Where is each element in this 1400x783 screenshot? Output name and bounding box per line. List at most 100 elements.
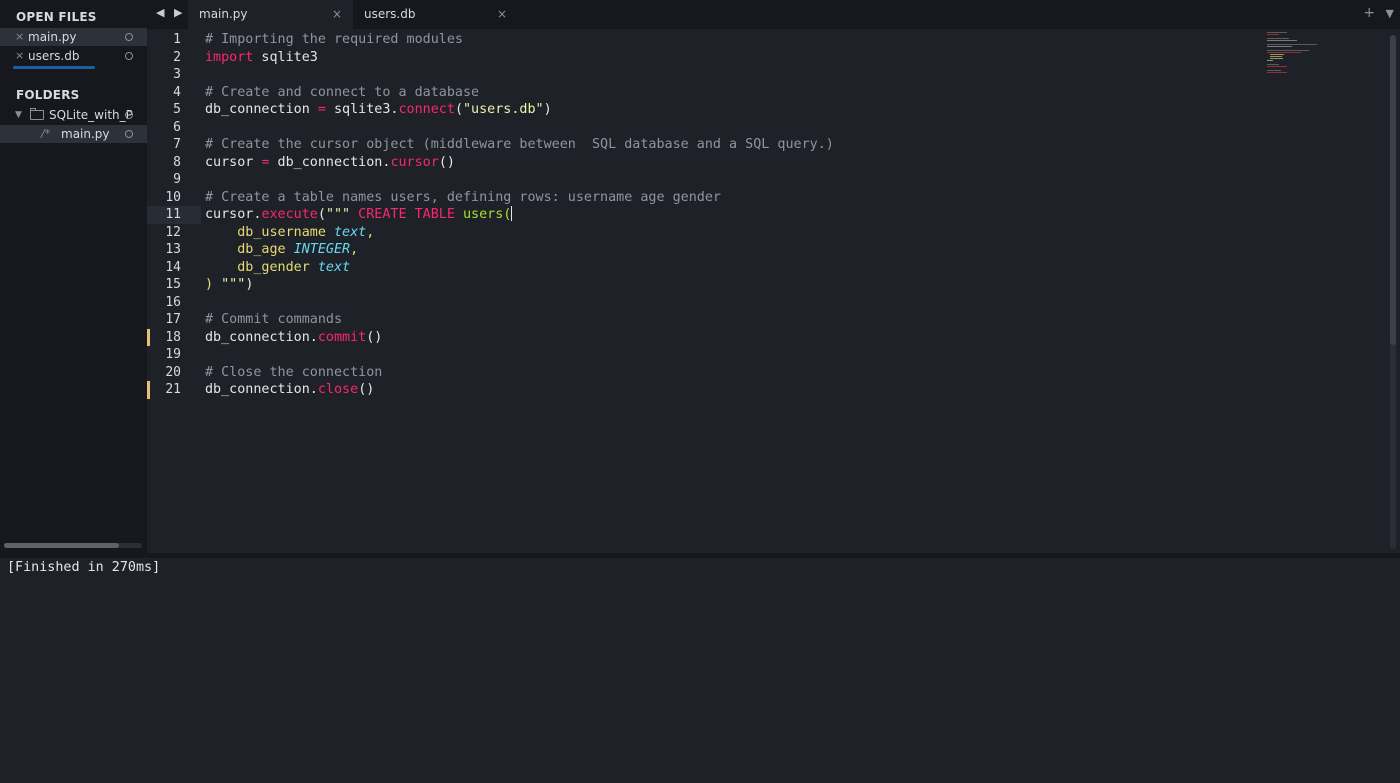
open-file-label: main.py (28, 30, 77, 44)
code-token: """ (213, 277, 246, 292)
code-token: db_age (205, 242, 294, 257)
tab-users-db[interactable]: users.db × (353, 0, 518, 29)
highlight-underline (13, 66, 95, 69)
modified-line-marker (147, 381, 150, 399)
gutter-line: 8 (147, 154, 201, 172)
tab-tools: + ▼ (1357, 5, 1394, 21)
sidebar: OPEN FILES × main.py × users.db FOLDERS … (0, 0, 147, 553)
code-line[interactable]: db_connection.close() (205, 381, 374, 399)
folders-heading: FOLDERS (16, 88, 80, 102)
line-number: 10 (165, 189, 181, 205)
line-number: 6 (173, 119, 181, 135)
code-editor[interactable]: 1 # Importing the required modules 2 import… (147, 29, 1400, 553)
code-token: """ (325, 207, 351, 222)
gutter-line: 4 (147, 84, 201, 102)
code-token: db_connection. (205, 382, 318, 397)
gutter-line: 2 (147, 49, 201, 67)
minimap[interactable] (1265, 31, 1345, 81)
code-token: ( (454, 102, 463, 117)
line-number: 19 (165, 347, 181, 362)
code-line[interactable]: db_username text, (205, 224, 374, 242)
gutter-line: 9 (147, 171, 201, 189)
code-token: INTEGER (293, 242, 351, 257)
tab-nav-arrows[interactable]: ◀ ▶ (156, 6, 185, 19)
tab-label: users.db (364, 7, 416, 21)
code-token: db_connection. (205, 329, 318, 345)
close-icon[interactable]: × (15, 28, 24, 46)
code-token: db_username (205, 224, 334, 240)
code-token: () (366, 329, 383, 345)
folder-file-label: main.py (61, 127, 110, 141)
build-output-text: [Finished in 270ms] (7, 560, 161, 575)
close-icon[interactable]: × (497, 0, 507, 29)
code-line[interactable]: db_connection = sqlite3.connect("users.d… (205, 101, 552, 119)
gutter-line: 10 (147, 189, 201, 207)
code-line[interactable]: # Create the cursor object (middleware b… (205, 136, 834, 154)
code-line[interactable]: db_gender text (205, 259, 350, 277)
code-token: # Close the connection (205, 364, 383, 380)
line-number: 18 (165, 329, 181, 345)
tab-label: main.py (199, 7, 248, 21)
tab-main-py[interactable]: main.py × (188, 0, 353, 29)
line-number: 13 (165, 242, 181, 257)
line-number: 14 (165, 259, 181, 275)
code-token: import (205, 49, 254, 65)
open-file-users-db[interactable]: × users.db (0, 47, 147, 65)
gutter-line: 18 (147, 329, 201, 347)
code-token: sqlite3 (253, 49, 318, 65)
code-token: db_connection. (269, 154, 391, 170)
code-token: cursor (390, 154, 439, 170)
unsaved-dot-icon (125, 130, 133, 138)
chevron-down-icon[interactable]: ▼ (15, 106, 22, 124)
gutter-line: 11 (147, 206, 201, 224)
code-token: # Commit commands (205, 312, 343, 327)
code-line[interactable]: ) """) (205, 276, 253, 294)
code-token: text (317, 259, 351, 275)
code-token: = (317, 102, 326, 117)
gutter-line: 17 (147, 311, 201, 329)
code-line[interactable]: # Create and connect to a database (205, 84, 479, 102)
line-number: 16 (165, 294, 181, 310)
open-files-heading: OPEN FILES (16, 10, 97, 24)
code-line[interactable]: cursor = db_connection.cursor() (205, 154, 455, 172)
close-icon[interactable]: × (15, 47, 24, 65)
gutter-line: 21 (147, 381, 201, 399)
code-line[interactable]: # Close the connection (205, 364, 382, 382)
gutter-line: 15 (147, 276, 201, 294)
code-token: # Create a table names users, defining r… (205, 189, 721, 205)
line-number: 4 (173, 84, 181, 100)
code-token: text (334, 224, 367, 240)
gutter-line: 19 (147, 346, 201, 364)
editor-scrollbar-thumb[interactable] (1390, 35, 1396, 345)
code-line[interactable]: # Create a table names users, defining r… (205, 189, 721, 207)
folder-item[interactable]: ▼ SQLite_with_P (0, 106, 147, 124)
code-line[interactable]: # Commit commands (205, 311, 342, 329)
open-file-main-py[interactable]: × main.py (0, 28, 147, 46)
line-number: 9 (173, 172, 181, 187)
tab-menu-icon[interactable]: ▼ (1386, 7, 1394, 20)
code-token: sqlite3. (325, 102, 399, 117)
code-line[interactable]: cursor.execute(""" CREATE TABLE users( (205, 206, 513, 224)
code-token: ) (245, 277, 254, 292)
folder-label: SQLite_with_P (49, 108, 133, 122)
code-token: () (438, 154, 455, 170)
code-line[interactable]: # Importing the required modules (205, 31, 463, 49)
code-line[interactable]: db_connection.commit() (205, 329, 382, 347)
gutter-line: 5 (147, 101, 201, 119)
unsaved-dot-icon (125, 33, 133, 41)
new-tab-icon[interactable]: + (1363, 5, 1375, 21)
code-token: close (317, 382, 359, 397)
code-line[interactable]: import sqlite3 (205, 49, 318, 67)
build-output-panel: [Finished in 270ms] (0, 558, 1400, 783)
code-token: commit (317, 329, 367, 345)
code-token: , (350, 242, 359, 257)
code-line[interactable]: db_age INTEGER, (205, 241, 358, 259)
code-token: ) (205, 277, 214, 292)
code-token: cursor. (205, 207, 262, 222)
close-icon[interactable]: × (332, 0, 342, 29)
sidebar-scrollbar-thumb[interactable] (4, 543, 119, 548)
folder-file-main-py[interactable]: /* main.py (0, 125, 147, 143)
code-token: CREATE TABLE (350, 207, 463, 222)
code-token: () (358, 382, 375, 397)
text-cursor (511, 206, 513, 221)
